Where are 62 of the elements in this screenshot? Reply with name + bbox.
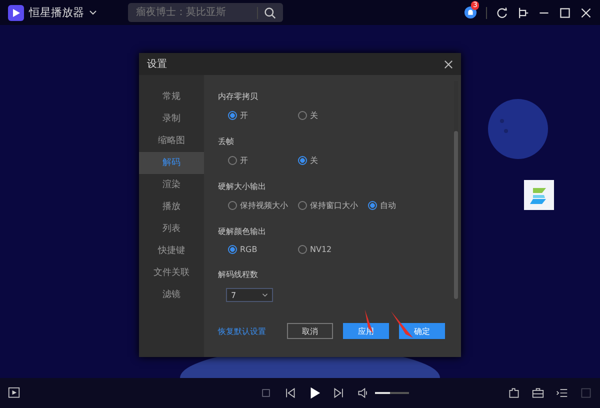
search-icon[interactable] (257, 6, 276, 18)
dialog-button[interactable]: 确定 (399, 323, 445, 339)
maximize-icon[interactable] (559, 6, 571, 18)
radio-option[interactable]: 保持窗口大小 (298, 200, 368, 211)
annotation-arrow (390, 311, 414, 339)
sidebar-item[interactable]: 滤镜 (139, 284, 204, 306)
puzzle-icon[interactable] (508, 387, 520, 399)
radio-button[interactable] (228, 111, 237, 120)
volume-icon[interactable] (357, 387, 369, 399)
close-icon[interactable] (444, 60, 453, 68)
next-icon[interactable] (333, 387, 345, 399)
sidebar-item[interactable]: 播放 (139, 196, 204, 218)
sidebar-item[interactable]: 快捷键 (139, 240, 204, 262)
radio-option[interactable]: 关 (298, 110, 368, 121)
search-field[interactable]: 瘤夜博士：莫比亚斯 (128, 6, 250, 19)
radio-option[interactable]: 保持视频大小 (228, 200, 298, 211)
radio-option[interactable]: NV12 (298, 245, 368, 254)
setting-label: 内存零拷贝 (218, 91, 259, 102)
setting-label: 丢帧 (218, 136, 235, 147)
sidebar-item[interactable]: 常规 (139, 86, 204, 108)
sidebar-item[interactable]: 列表 (139, 218, 204, 240)
radio-button[interactable] (298, 245, 307, 254)
radio-button[interactable] (228, 201, 237, 210)
setting-label: 硬解大小输出 (218, 181, 267, 192)
radio-button[interactable] (298, 201, 307, 210)
play-icon[interactable] (308, 386, 321, 400)
sidebar-item[interactable]: 缩略图 (139, 130, 204, 152)
pin-icon[interactable] (517, 6, 529, 18)
radio-button[interactable] (298, 111, 307, 120)
moon-drawing (488, 99, 548, 159)
sidebar-item[interactable]: 渲染 (139, 174, 204, 196)
app-title[interactable]: 恒星播放器 (29, 5, 84, 20)
dialog-button[interactable]: 取消 (287, 323, 333, 339)
stop-icon[interactable] (260, 387, 272, 399)
playlist-icon[interactable] (8, 387, 20, 399)
notification-bell-icon[interactable] (464, 6, 477, 19)
chevron-down-icon (262, 293, 268, 297)
radio-option[interactable]: 自动 (368, 200, 438, 211)
radio-option[interactable]: 开 (228, 155, 298, 166)
sidebar-item[interactable]: 解码 (139, 152, 204, 174)
dialog-title: 设置 (147, 58, 167, 71)
play-logo-icon (8, 4, 24, 20)
radio-option[interactable]: RGB (228, 245, 298, 254)
radio-option[interactable]: 开 (228, 110, 298, 121)
thread-count-select[interactable]: 7 (226, 288, 273, 302)
close-icon[interactable] (580, 6, 592, 18)
setting-label: 解码线程数 (218, 269, 259, 280)
previous-icon[interactable] (284, 387, 296, 399)
search-bar[interactable]: 瘤夜博士：莫比亚斯 (128, 3, 283, 22)
radio-button[interactable] (228, 245, 237, 254)
radio-button[interactable] (228, 156, 237, 165)
radio-option[interactable]: 关 (298, 155, 368, 166)
reset-defaults-link[interactable]: 恢复默认设置 (218, 326, 266, 336)
toolbox-icon[interactable] (532, 387, 544, 399)
radio-button[interactable] (368, 201, 377, 210)
setting-label: 硬解颜色输出 (218, 226, 267, 237)
sidebar-item[interactable]: 录制 (139, 108, 204, 130)
refresh-icon[interactable] (496, 6, 508, 18)
sidebar-item[interactable]: 文件关联 (139, 262, 204, 284)
radio-button[interactable] (298, 156, 307, 165)
list-icon[interactable] (556, 387, 568, 399)
chevron-down-icon[interactable] (89, 10, 97, 15)
